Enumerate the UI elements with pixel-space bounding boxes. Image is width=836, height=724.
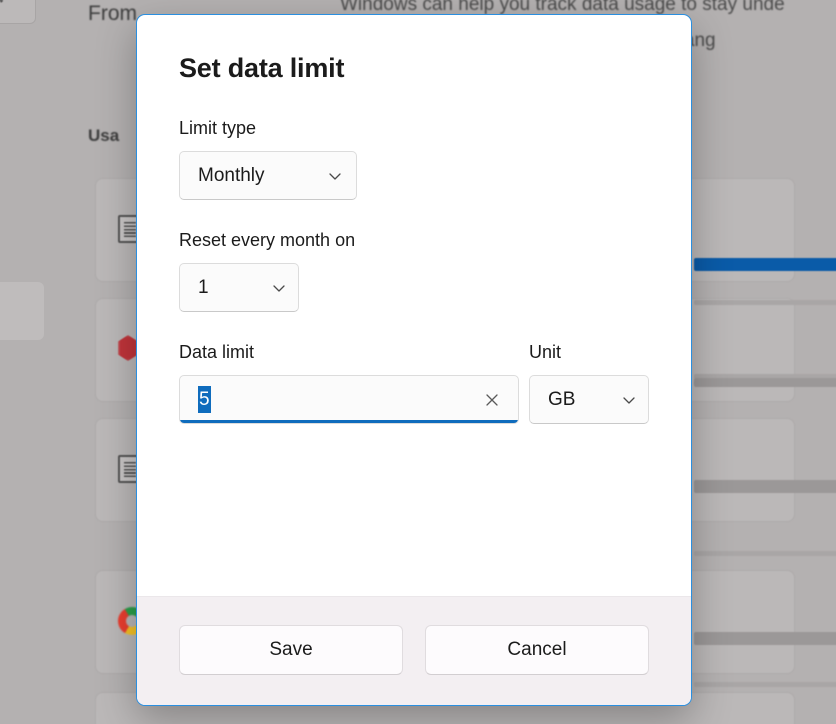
from-label: From: [88, 2, 137, 26]
usage-bar: [694, 480, 836, 493]
reset-day-label: Reset every month on: [179, 230, 649, 251]
limit-type-dropdown[interactable]: Monthly: [179, 151, 357, 200]
data-limit-input[interactable]: 5: [179, 375, 519, 424]
cancel-button[interactable]: Cancel: [425, 625, 649, 675]
search-icon: 🔍: [0, 0, 4, 4]
chevron-down-icon: [271, 280, 287, 296]
data-limit-value: 5: [198, 386, 211, 414]
limit-type-label: Limit type: [179, 118, 649, 139]
usage-bar: [694, 632, 836, 645]
dialog-footer: Save Cancel: [137, 596, 691, 705]
reset-day-value: 1: [198, 277, 209, 299]
unit-value: GB: [548, 389, 575, 411]
chevron-down-icon: [621, 392, 637, 408]
unit-field: Unit GB: [529, 342, 649, 424]
data-limit-row: Data limit 5 Unit GB: [179, 342, 649, 424]
usage-bar: [694, 682, 836, 687]
sidebar-selected-item[interactable]: [0, 282, 44, 340]
reset-day-dropdown[interactable]: 1: [179, 263, 299, 312]
dialog-title: Set data limit: [179, 53, 649, 84]
reset-day-field: Reset every month on 1: [179, 230, 649, 312]
screen: 🔍 From Usa Windows can help you track da…: [0, 0, 836, 724]
data-limit-label: Data limit: [179, 342, 521, 363]
usage-bar: [694, 382, 836, 384]
usage-bar: [694, 300, 836, 305]
usage-heading: Usa: [88, 126, 119, 146]
save-button[interactable]: Save: [179, 625, 403, 675]
dialog-body: Set data limit Limit type Monthly Reset …: [137, 15, 691, 596]
unit-label: Unit: [529, 342, 649, 363]
usage-bar: [694, 551, 836, 556]
chevron-down-icon: [327, 168, 343, 184]
limit-type-value: Monthly: [198, 165, 265, 187]
limit-type-field: Limit type Monthly: [179, 118, 649, 200]
set-data-limit-dialog: Set data limit Limit type Monthly Reset …: [136, 14, 692, 706]
search-box-background[interactable]: 🔍: [0, 0, 36, 24]
close-icon[interactable]: [480, 388, 504, 412]
data-limit-field: Data limit 5: [179, 342, 521, 424]
usage-progress-bar: [694, 258, 836, 271]
unit-dropdown[interactable]: GB: [529, 375, 649, 424]
